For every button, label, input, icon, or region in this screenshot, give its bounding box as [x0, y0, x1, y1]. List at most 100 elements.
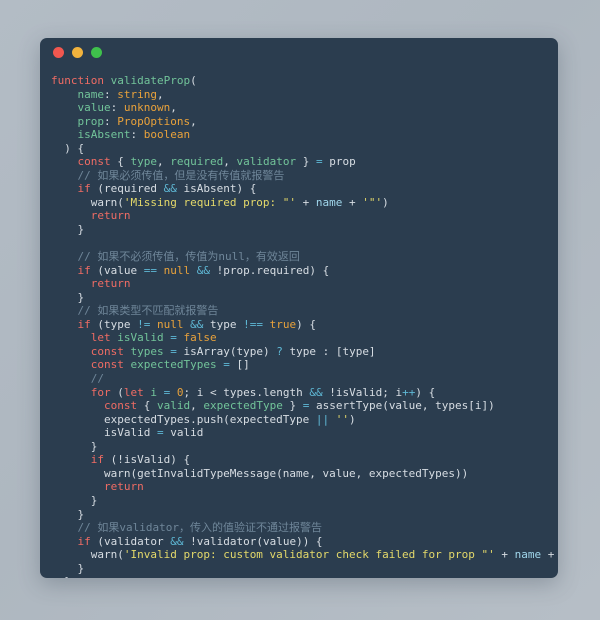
- code-token: expectedTypes.push(expectedType: [51, 412, 316, 426]
- code-token: if: [77, 263, 91, 277]
- code-token: ) {: [51, 141, 85, 155]
- code-token: name: [315, 195, 343, 209]
- code-line: prop: PropOptions,: [51, 115, 558, 129]
- code-token: :: [104, 114, 118, 128]
- code-line: if (!isValid) {: [51, 453, 558, 467]
- code-token: boolean: [143, 128, 191, 142]
- code-line: const { type, required, validator } = pr…: [51, 155, 558, 169]
- maximize-window-button[interactable]: [91, 46, 102, 58]
- code-token: ,: [223, 155, 237, 169]
- code-token: }: [51, 439, 98, 453]
- code-token: assertType(value, types[i]): [309, 399, 495, 413]
- code-token: (: [110, 385, 124, 399]
- code-token: ; i < types.length: [183, 385, 310, 399]
- code-line: //: [51, 372, 558, 386]
- code-token: expectedType: [203, 399, 283, 413]
- code-token: name: [514, 548, 542, 562]
- code-token: :: [104, 87, 118, 101]
- code-token: ||: [315, 412, 330, 426]
- code-token: for: [90, 385, 111, 399]
- code-token: }: [51, 223, 85, 237]
- code-token: warn(: [51, 548, 124, 562]
- code-token: (!isValid) {: [104, 453, 191, 467]
- code-token: (: [190, 74, 197, 87]
- code-token: }: [51, 561, 85, 575]
- code-token: const: [90, 344, 124, 358]
- code-token: let: [90, 331, 111, 345]
- code-token: isArray(type): [176, 344, 277, 358]
- code-line: }: [51, 494, 558, 508]
- code-line: const expectedTypes = []: [51, 358, 558, 372]
- code-token: '"': [362, 195, 383, 209]
- code-token: null: [156, 317, 184, 331]
- code-token: ,: [190, 399, 204, 413]
- code-token: required: [170, 155, 224, 169]
- code-line: }: [51, 562, 558, 576]
- code-token: type: [130, 155, 158, 169]
- code-token: if: [77, 182, 91, 196]
- code-token: (type: [90, 317, 138, 331]
- code-token: ,: [190, 114, 197, 128]
- code-token: validateProp: [110, 74, 191, 87]
- code-token: &&: [190, 317, 204, 331]
- code-line: warn('Invalid prop: custom validator che…: [51, 548, 558, 562]
- code-token: {: [137, 399, 157, 413]
- code-token: if: [77, 534, 91, 548]
- code-token: false: [183, 331, 217, 345]
- code-token: !=: [137, 317, 151, 331]
- code-line: const types = isArray(type) ? type : [ty…: [51, 345, 558, 359]
- code-token: if: [77, 317, 91, 331]
- code-token: +: [547, 548, 555, 562]
- code-token: ,: [157, 155, 171, 169]
- code-token: if: [90, 453, 104, 467]
- code-token: warn(getInvalidTypeMessage(name, value, …: [51, 466, 469, 480]
- code-token: =: [315, 155, 323, 169]
- code-token: (required: [90, 182, 164, 196]
- code-token: null: [163, 263, 191, 277]
- code-token: &&: [196, 263, 210, 277]
- code-token: valid: [156, 399, 191, 413]
- code-token: ,: [170, 101, 177, 115]
- code-token: true: [269, 317, 297, 331]
- code-token: return: [90, 209, 131, 223]
- code-token: function: [51, 74, 111, 87]
- code-token: }: [51, 575, 71, 578]
- code-line: }: [51, 291, 558, 305]
- code-token: &&: [163, 182, 177, 196]
- code-line: let isValid = false: [51, 331, 558, 345]
- code-line: for (let i = 0; i < types.length && !isV…: [51, 386, 558, 400]
- code-token: ==: [143, 263, 157, 277]
- minimize-window-button[interactable]: [72, 46, 83, 58]
- code-token: const: [103, 399, 138, 413]
- code-line: // 如果类型不匹配就报警告: [51, 304, 558, 318]
- code-token: 0: [176, 385, 184, 399]
- close-window-button[interactable]: [53, 46, 64, 58]
- code-token: ++: [402, 385, 416, 399]
- code-content[interactable]: function validateProp( name: string, val…: [40, 66, 558, 578]
- code-token: :: [130, 128, 144, 142]
- code-token: }: [282, 399, 303, 413]
- code-token: &&: [170, 534, 184, 548]
- code-line: expectedTypes.push(expectedType || ''): [51, 413, 558, 427]
- code-line: return: [51, 209, 558, 223]
- code-line: isAbsent: boolean: [51, 128, 558, 142]
- code-token: ?: [276, 344, 283, 358]
- code-token: value: [77, 101, 111, 115]
- code-line: name: string,: [51, 88, 558, 102]
- code-token: const: [77, 155, 111, 169]
- code-token: expectedTypes: [130, 358, 217, 372]
